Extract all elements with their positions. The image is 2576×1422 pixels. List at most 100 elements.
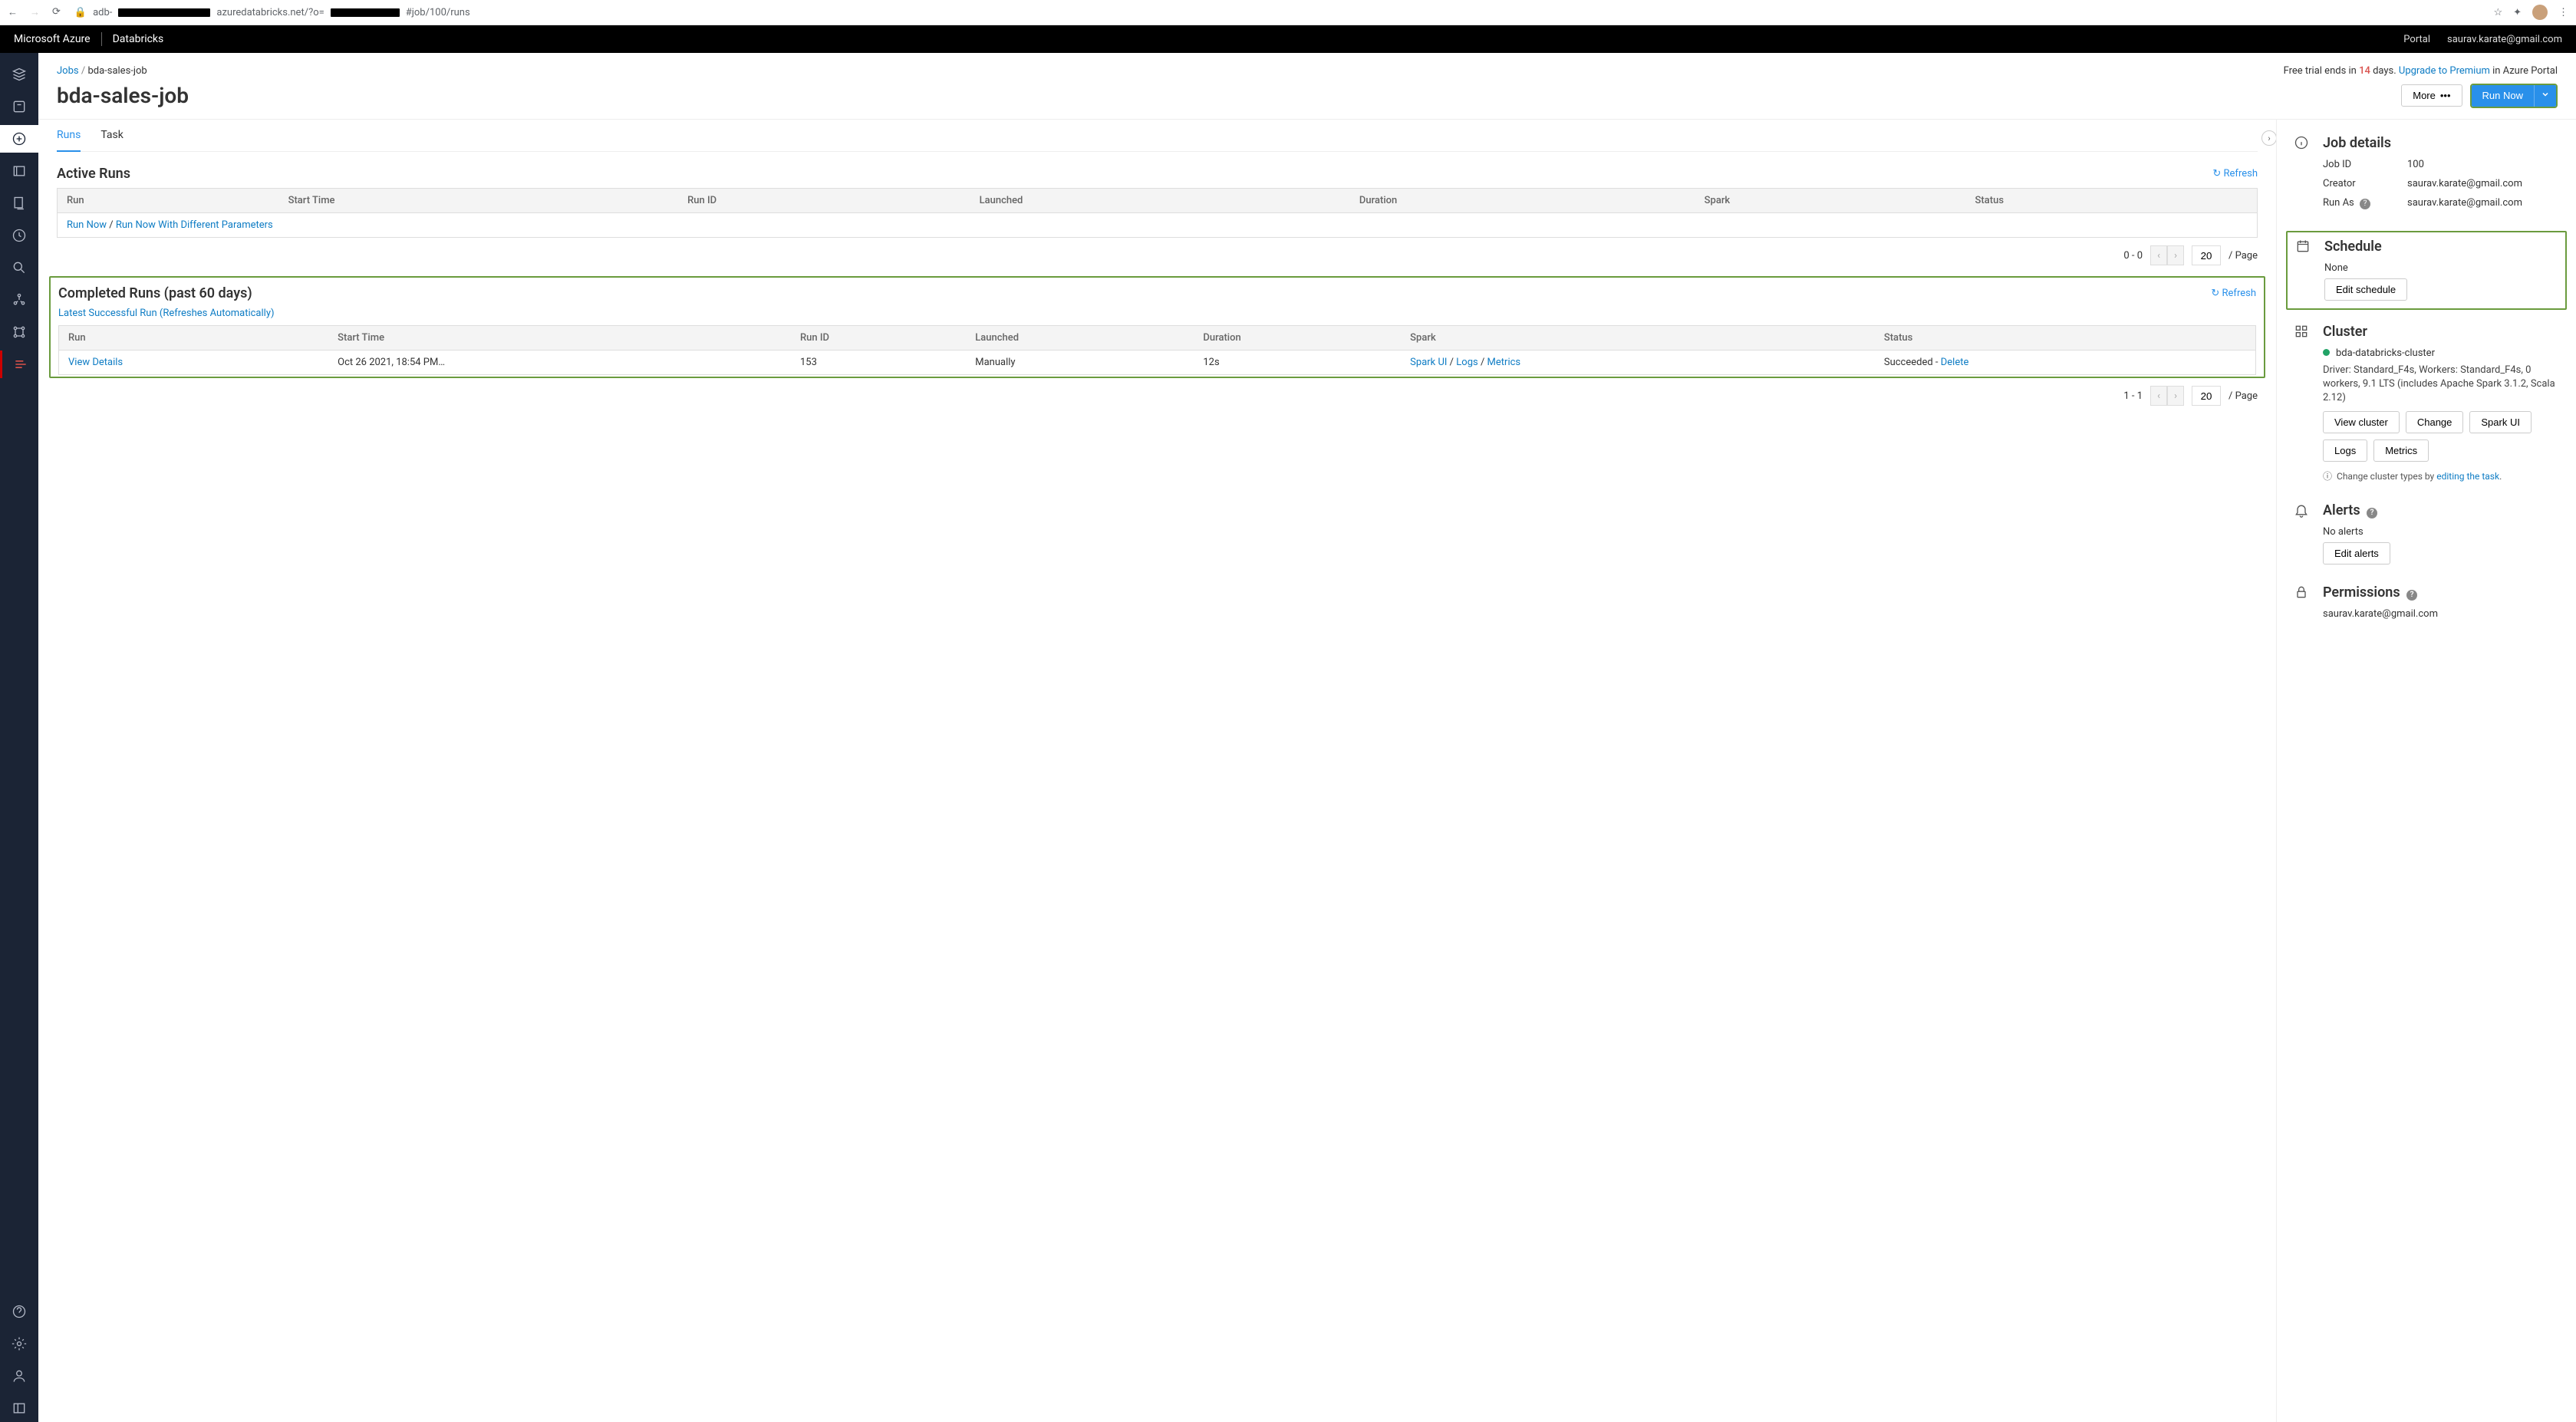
redacted-block <box>118 8 210 17</box>
help-icon[interactable]: ? <box>2360 199 2370 209</box>
creator-label: Creator <box>2323 178 2407 189</box>
tabs: Runs Task <box>57 120 2258 152</box>
url-pre: adb- <box>93 7 112 18</box>
menu-icon[interactable]: ⋮ <box>2558 7 2568 18</box>
pager-size-input[interactable] <box>2192 245 2221 265</box>
help-icon[interactable]: ? <box>2367 508 2377 518</box>
nav-compute-icon[interactable] <box>0 286 38 314</box>
trial-days: 14 <box>2359 65 2370 77</box>
cluster-spark-ui-button[interactable]: Spark UI <box>2469 411 2532 433</box>
nav-workflows-icon[interactable] <box>0 318 38 346</box>
trial-pre: Free trial ends in <box>2284 65 2360 77</box>
nav-help-icon[interactable] <box>0 1298 38 1325</box>
editing-task-link[interactable]: editing the task <box>2436 471 2499 482</box>
more-button[interactable]: More ••• <box>2401 84 2462 107</box>
col-run: Run <box>59 326 329 351</box>
tab-runs[interactable]: Runs <box>57 120 81 152</box>
nav-recents-icon[interactable] <box>0 222 38 249</box>
help-icon[interactable]: ? <box>2406 590 2417 601</box>
run-now-group: Run Now <box>2470 84 2558 108</box>
col-runid: Run ID <box>791 326 966 351</box>
user-email[interactable]: saurav.karate@gmail.com <box>2447 34 2562 45</box>
col-spark: Spark <box>1401 326 1875 351</box>
address-bar[interactable]: 🔒 adb- azuredatabricks.net/?o= #job/100/… <box>68 7 2486 18</box>
nav-workspace-icon[interactable] <box>0 157 38 185</box>
cluster-metrics-button[interactable]: Metrics <box>2373 439 2429 462</box>
nav-settings-icon[interactable] <box>0 1330 38 1358</box>
page-title: bda-sales-job <box>57 83 189 108</box>
pager-next[interactable]: › <box>2167 386 2184 406</box>
trial-banner: Free trial ends in 14 days. Upgrade to P… <box>2284 65 2558 77</box>
spark-ui-link[interactable]: Spark UI <box>1410 357 1447 368</box>
delete-link[interactable]: Delete <box>1941 357 1969 368</box>
alerts-block: Alerts ? No alerts Edit alerts <box>2294 502 2559 565</box>
nav-panel-icon[interactable] <box>0 1394 38 1422</box>
nav-data-icon[interactable] <box>0 93 38 120</box>
portal-link[interactable]: Portal <box>2403 34 2430 45</box>
pager-prev[interactable]: ‹ <box>2150 386 2167 406</box>
cluster-logs-button[interactable]: Logs <box>2323 439 2367 462</box>
view-cluster-button[interactable]: View cluster <box>2323 411 2400 433</box>
upgrade-link[interactable]: Upgrade to Premium <box>2399 65 2490 77</box>
pager-per-page: / Page <box>2228 390 2258 402</box>
pager-prev[interactable]: ‹ <box>2150 245 2167 265</box>
active-runs-heading: Active Runs <box>57 166 130 182</box>
url-post: #job/100/runs <box>406 7 470 18</box>
col-duration: Duration <box>1350 189 1695 213</box>
nav-create-icon[interactable] <box>0 125 38 153</box>
pager-size-input[interactable] <box>2192 386 2221 406</box>
completed-runs-pager: 1 - 1 ‹ › / Page <box>57 386 2258 406</box>
profile-avatar[interactable] <box>2532 5 2548 20</box>
trial-suffix: in Azure Portal <box>2490 65 2558 77</box>
edit-alerts-button[interactable]: Edit alerts <box>2323 542 2390 565</box>
nav-search-icon[interactable] <box>0 254 38 281</box>
job-details-heading: Job details <box>2323 135 2559 151</box>
schedule-block-highlight: Schedule None Edit schedule <box>2286 231 2567 310</box>
pager-next[interactable]: › <box>2167 245 2184 265</box>
extensions-icon[interactable]: ✦ <box>2513 7 2522 18</box>
status-text: Succeeded - <box>1884 357 1941 368</box>
brand-azure[interactable]: Microsoft Azure <box>14 33 91 45</box>
logs-link[interactable]: Logs <box>1456 357 1477 368</box>
sep: / <box>107 219 116 231</box>
col-start: Start Time <box>328 326 791 351</box>
change-cluster-button[interactable]: Change <box>2406 411 2464 433</box>
run-now-link[interactable]: Run Now <box>67 219 107 231</box>
tab-task[interactable]: Task <box>100 120 124 151</box>
cell-runid: 153 <box>791 351 966 375</box>
left-nav <box>0 53 38 1422</box>
reload-icon[interactable]: ⟳ <box>52 6 61 18</box>
view-details-link[interactable]: View Details <box>68 357 123 368</box>
metrics-link[interactable]: Metrics <box>1487 357 1521 368</box>
nav-home-icon[interactable] <box>0 61 38 88</box>
latest-successful-run-link[interactable]: Latest Successful Run (Refreshes Automat… <box>58 308 275 319</box>
edit-schedule-button[interactable]: Edit schedule <box>2324 278 2407 301</box>
browser-chrome: ← → ⟳ 🔒 adb- azuredatabricks.net/?o= #jo… <box>0 0 2576 25</box>
job-id-label: Job ID <box>2323 159 2407 170</box>
refresh-active-runs[interactable]: ↻ Refresh <box>2212 168 2258 179</box>
refresh-label: Refresh <box>2222 288 2256 299</box>
cluster-desc: Driver: Standard_F4s, Workers: Standard_… <box>2323 364 2559 406</box>
status-dot-icon <box>2323 349 2330 356</box>
job-details-block: Job details Job ID100 Creatorsaurav.kara… <box>2294 135 2559 217</box>
run-now-params-link[interactable]: Run Now With Different Parameters <box>116 219 273 231</box>
collapse-panel-icon[interactable]: › <box>2261 130 2277 146</box>
permissions-heading: Permissions ? <box>2323 584 2559 601</box>
nav-jobs-icon[interactable] <box>0 351 38 378</box>
forward-icon[interactable]: → <box>30 6 40 18</box>
run-now-button[interactable]: Run Now <box>2472 85 2534 107</box>
refresh-completed-runs[interactable]: ↻ Refresh <box>2211 288 2256 299</box>
nav-repos-icon[interactable] <box>0 189 38 217</box>
brand-databricks[interactable]: Databricks <box>113 33 164 45</box>
run-now-dropdown[interactable] <box>2534 85 2556 107</box>
table-row: View Details Oct 26 2021, 18:54 PM… 153 … <box>59 351 2256 375</box>
cluster-change-info: ⓘChange cluster types by editing the tas… <box>2323 469 2559 482</box>
runas-label: Run As ? <box>2323 197 2407 209</box>
star-icon[interactable]: ☆ <box>2493 7 2502 18</box>
change-pre: Change cluster types by <box>2337 471 2436 482</box>
breadcrumb-jobs[interactable]: Jobs <box>57 65 79 77</box>
back-icon[interactable]: ← <box>8 6 18 18</box>
lock-icon: 🔒 <box>74 7 87 18</box>
nav-user-icon[interactable] <box>0 1362 38 1390</box>
calendar-icon <box>2295 239 2312 301</box>
